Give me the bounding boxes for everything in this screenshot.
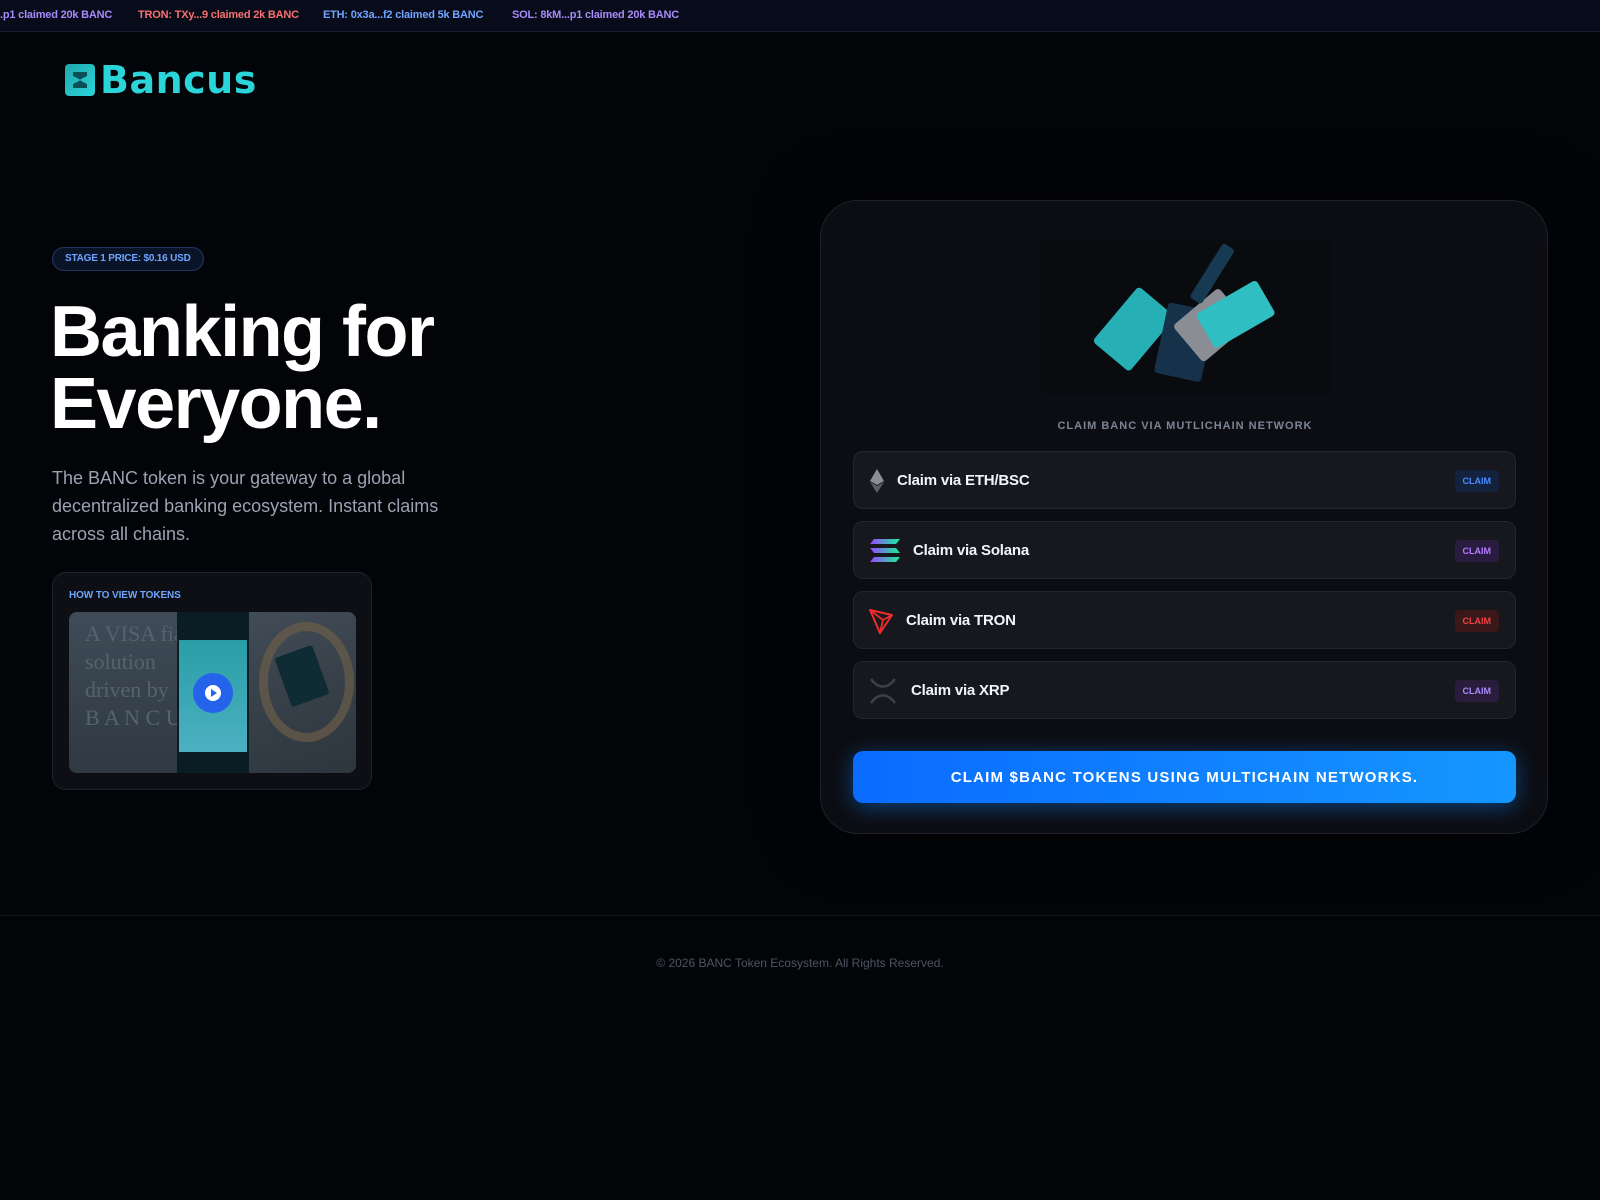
claim-row-solana[interactable]: Claim via Solana CLAIM (853, 521, 1516, 579)
claim-row-xrp[interactable]: Claim via XRP CLAIM (853, 661, 1516, 719)
claim-badge[interactable]: CLAIM (1454, 680, 1499, 702)
thumbnail-text: A VISA fia solution driven by B A N C U (85, 621, 184, 730)
thumbnail-left-panel: A VISA fia solution driven by B A N C U (69, 612, 184, 773)
stage-price-badge: STAGE 1 PRICE: $0.16 USD (52, 247, 204, 271)
hero-description: The BANC token is your gateway to a glob… (52, 468, 439, 544)
hero-title-line-2: Everyone. (50, 364, 382, 444)
claims-ticker: .p1 claimed 20k BANC TRON: TXy...9 claim… (0, 0, 1600, 32)
cards-illustration (1041, 239, 1331, 395)
claim-row-label: Claim via TRON (906, 612, 1016, 629)
hero-title-line-1: Banking for (50, 292, 435, 372)
claim-panel: CLAIM BANC VIA MUTLICHAIN NETWORK Claim … (820, 200, 1548, 834)
ticker-item: ETH: 0x3a...f2 claimed 5k BANC (323, 9, 484, 21)
claim-badge[interactable]: CLAIM (1454, 470, 1499, 492)
solana-icon (870, 539, 900, 562)
claim-tokens-button[interactable]: CLAIM $BANC TOKENS USING MULTICHAIN NETW… (853, 751, 1516, 803)
claim-row-label: Claim via ETH/BSC (897, 472, 1030, 489)
tron-icon (869, 609, 893, 634)
bancus-logo-icon (65, 64, 95, 96)
claim-row-label: Claim via Solana (913, 542, 1030, 559)
video-card: HOW TO VIEW TOKENS A VISA fia solution d… (52, 572, 372, 790)
footer-copyright: © 2026 BANC Token Ecosystem. All Rights … (656, 956, 944, 970)
video-thumbnail[interactable]: A VISA fia solution driven by B A N C U (69, 612, 356, 773)
ticker-item: .p1 claimed 20k BANC (0, 9, 113, 21)
brand-logo[interactable]: Bancus (64, 58, 257, 102)
claim-row-eth[interactable]: Claim via ETH/BSC CLAIM (853, 451, 1516, 509)
play-icon (205, 685, 221, 701)
hero-title: Banking for Everyone. (50, 296, 670, 440)
play-button[interactable] (193, 673, 233, 713)
footer-divider (0, 915, 1600, 916)
ticker-item: TRON: TXy...9 claimed 2k BANC (138, 9, 299, 21)
ticker-item: SOL: 8kM...p1 claimed 20k BANC (512, 9, 679, 21)
claim-badge[interactable]: CLAIM (1454, 540, 1499, 562)
claim-row-label: Claim via XRP (911, 682, 1010, 699)
panel-caption: CLAIM BANC VIA MUTLICHAIN NETWORK (1057, 420, 1313, 432)
claim-row-tron[interactable]: Claim via TRON CLAIM (853, 591, 1516, 649)
bank-cards-image (1093, 243, 1275, 382)
brand-name: Bancus (100, 58, 257, 102)
video-label: HOW TO VIEW TOKENS (69, 590, 181, 601)
xrp-icon (869, 678, 897, 704)
claim-badge[interactable]: CLAIM (1454, 610, 1499, 632)
